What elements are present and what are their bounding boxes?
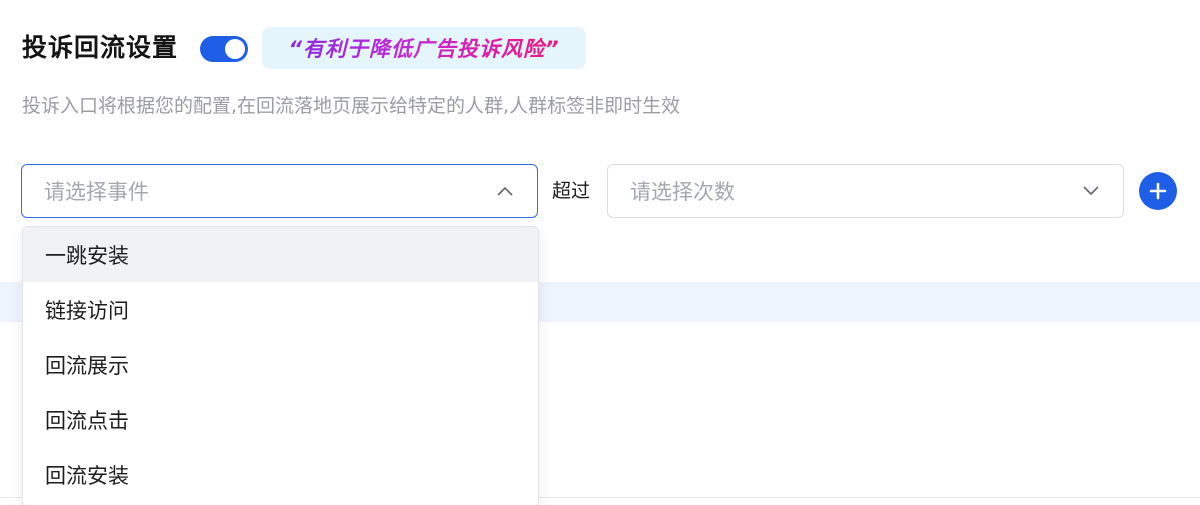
dropdown-option[interactable]: 一跳安装 [23, 227, 538, 282]
chevron-down-icon [1081, 181, 1101, 201]
count-select[interactable]: 请选择次数 [607, 164, 1124, 218]
slogan-badge: “有利于降低广告投诉风险” [262, 27, 586, 69]
dropdown-option[interactable]: 回流安装 [23, 447, 538, 502]
backflow-toggle[interactable] [200, 36, 248, 62]
event-select-placeholder: 请选择事件 [44, 180, 149, 204]
event-select[interactable]: 请选择事件 [21, 164, 538, 218]
plus-icon [1149, 182, 1167, 200]
count-select-placeholder: 请选择次数 [630, 180, 735, 204]
dropdown-option[interactable]: 回流点击 [23, 392, 538, 447]
section-title: 投诉回流设置 [22, 33, 179, 62]
dropdown-option[interactable]: 链接访问 [23, 282, 538, 337]
slogan-text: “有利于降低广告投诉风险” [288, 33, 559, 63]
description-text: 投诉入口将根据您的配置,在回流落地页展示给特定的人群,人群标签非即时生效 [22, 95, 681, 117]
chevron-up-icon [495, 181, 515, 201]
toggle-knob [225, 39, 245, 59]
event-dropdown-menu: 一跳安装 链接访问 回流展示 回流点击 回流安装 [22, 226, 539, 505]
complaint-backflow-settings-page: 投诉回流设置 “有利于降低广告投诉风险” 投诉入口将根据您的配置,在回流落地页展… [0, 0, 1200, 505]
add-condition-button[interactable] [1139, 172, 1177, 210]
exceed-label: 超过 [552, 180, 591, 202]
dropdown-option[interactable]: 回流展示 [23, 337, 538, 392]
